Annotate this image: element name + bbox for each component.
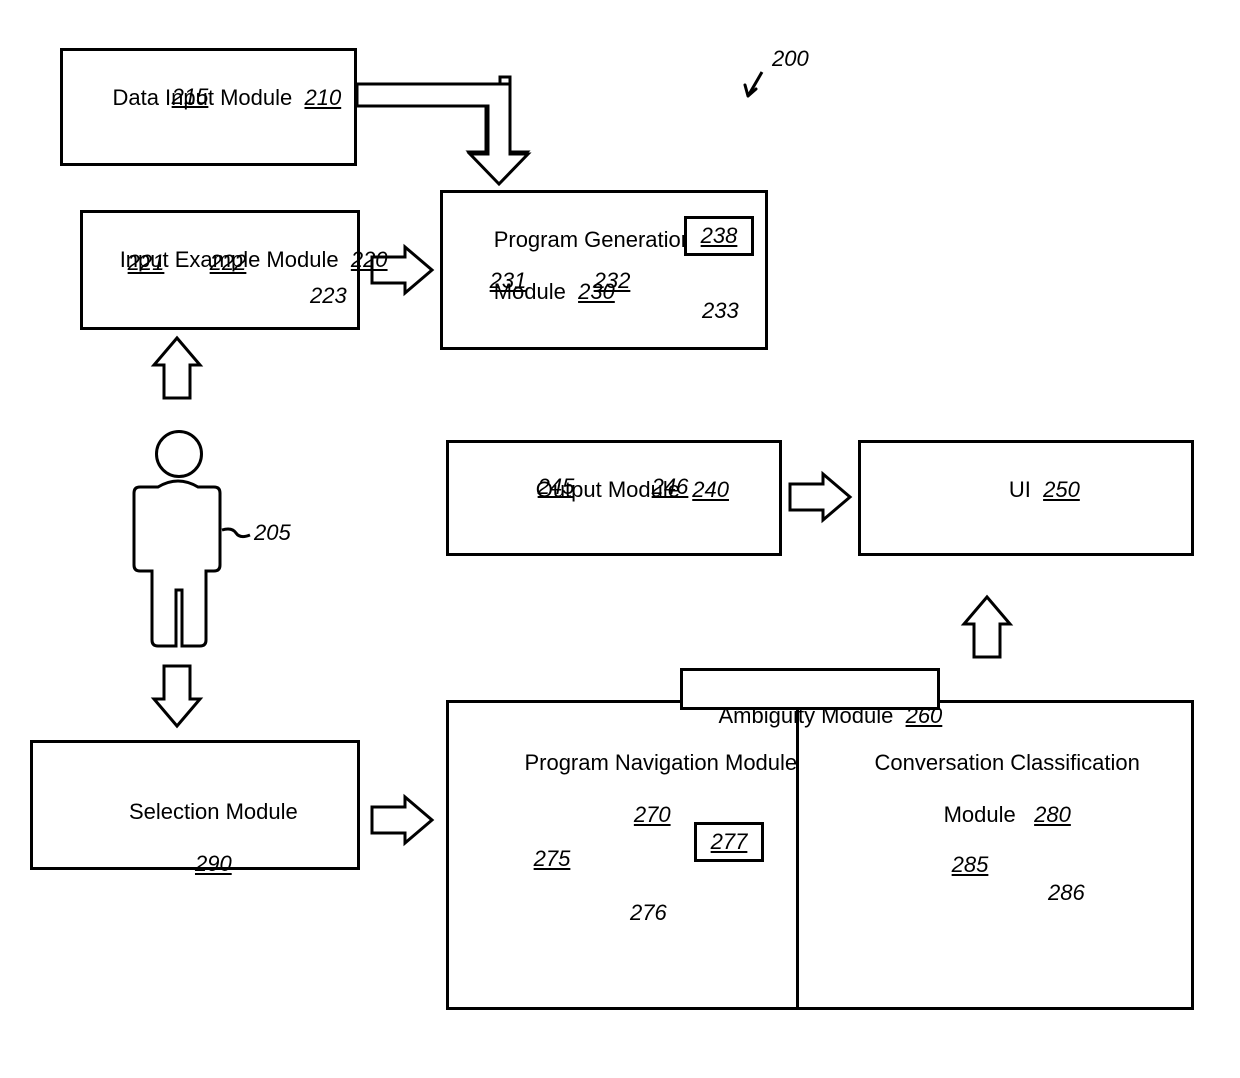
arrow-output-to-ui xyxy=(790,474,850,520)
ref: 210 xyxy=(304,85,341,110)
sub-221: 221 xyxy=(106,250,186,290)
person-body-icon xyxy=(134,481,220,646)
label-line1: Program Generation xyxy=(494,227,693,252)
figure-ref: 200 xyxy=(772,46,809,72)
module-ambiguity-tab: Ambiguity Module 260 xyxy=(680,668,940,710)
ref: 270 xyxy=(634,802,671,827)
module-ui: UI 250 xyxy=(858,440,1194,556)
arrow-user-to-selection xyxy=(154,666,200,726)
ref: 260 xyxy=(906,703,943,728)
module-selection-title: Selection Module 290 xyxy=(33,773,357,903)
ell-233: 233 xyxy=(702,298,739,324)
label: Ambiguity Module xyxy=(718,703,893,728)
person-head-icon xyxy=(155,430,203,478)
module-output-title: Output Module 240 xyxy=(449,451,779,529)
sub-238: 238 xyxy=(687,223,751,249)
user-ref: 205 xyxy=(254,520,291,546)
ref: 290 xyxy=(195,851,232,876)
sub-215: 215 xyxy=(150,84,230,124)
ref: 250 xyxy=(1043,477,1080,502)
module-ambiguity-title: Ambiguity Module 260 xyxy=(683,677,937,755)
sub-275: 275 xyxy=(508,846,596,870)
sub-232: 232 xyxy=(572,268,652,308)
ell-286: 286 xyxy=(1048,880,1085,906)
sub-285: 285 xyxy=(930,852,1010,892)
label-line2: Module xyxy=(944,802,1016,827)
arrow-data-to-proggen2 xyxy=(357,84,528,184)
sub-276: 276 xyxy=(630,900,667,926)
module-prog-gen-title: Program Generation Module 230 xyxy=(457,201,693,331)
sub-277-box: 277 xyxy=(694,822,764,862)
module-output: Output Module 240 xyxy=(446,440,782,556)
arrow-user-to-inputex xyxy=(154,338,200,398)
label: Selection Module xyxy=(129,799,298,824)
label: UI xyxy=(1009,477,1031,502)
module-selection: Selection Module 290 xyxy=(30,740,360,870)
ref: 280 xyxy=(1034,802,1071,827)
sub-277: 277 xyxy=(697,829,761,855)
module-ui-title: UI 250 xyxy=(861,451,1191,529)
ell-223: 223 xyxy=(310,283,347,309)
sub-222: 222 xyxy=(196,250,260,290)
sub-238-box: 238 xyxy=(684,216,754,256)
sub-231: 231 xyxy=(468,268,548,308)
user-ref-pointer xyxy=(222,529,250,537)
arrow-ambiguity-to-ui xyxy=(964,597,1010,657)
figure-ref-pointer xyxy=(745,72,762,96)
sub-246: 246 xyxy=(630,474,710,514)
ref: 220 xyxy=(351,247,388,272)
arrow-selection-to-ambiguity xyxy=(372,797,432,843)
sub-245: 245 xyxy=(516,474,596,514)
